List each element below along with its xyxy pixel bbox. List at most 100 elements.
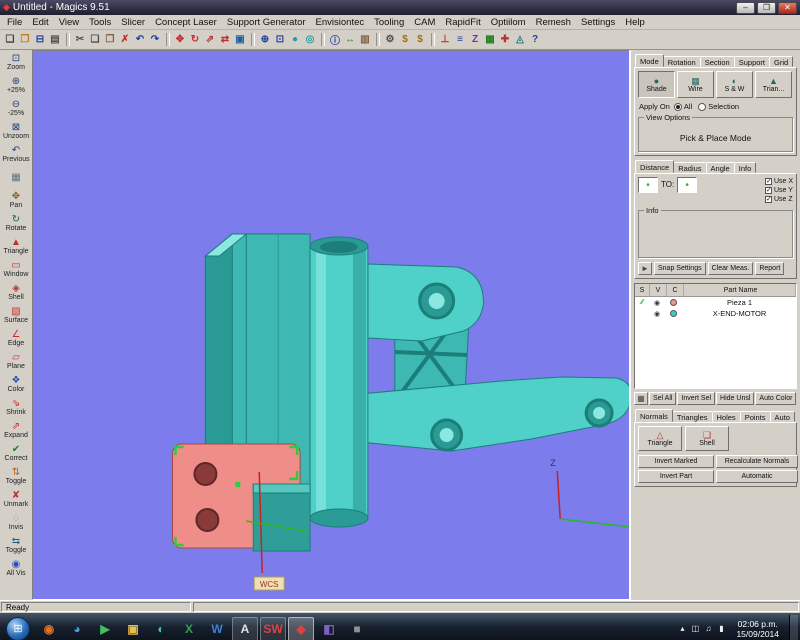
menu-tooling[interactable]: Tooling [369, 17, 409, 28]
invert-marked-button[interactable]: Invert Marked [638, 455, 714, 468]
separator[interactable] [251, 33, 255, 46]
snap-settings-button[interactable]: Snap Settings [654, 262, 706, 275]
selected-mark[interactable]: ∕∕ [635, 299, 649, 306]
clear-meas-button[interactable]: Clear Meas. [707, 262, 754, 275]
copy-button[interactable]: ❑ [88, 32, 102, 47]
print-button[interactable]: ▤ [48, 32, 62, 47]
separator[interactable] [66, 33, 70, 46]
tab-holes[interactable]: Holes [711, 411, 741, 422]
platform-view-button[interactable]: ▦ [1, 166, 31, 189]
support-button[interactable]: ⊥ [438, 32, 452, 47]
zoom-in-25-button[interactable]: ⊕ +25% [1, 74, 31, 97]
rotate-button[interactable]: ↻ [188, 32, 202, 47]
menu-envisiontec[interactable]: Envisiontec [311, 17, 370, 28]
shrink-marked-button[interactable]: ⇘ Shrink [1, 396, 31, 419]
fit-view-button[interactable]: ⊡ [273, 32, 287, 47]
taskbar-app-gray[interactable]: ■ [344, 617, 370, 640]
part-list[interactable]: S V C Part Name ∕∕ ◉ Pieza 1 ◉ X-END-MOT… [634, 283, 797, 389]
taskbar-app-a[interactable]: A [232, 616, 258, 640]
translate-button[interactable]: ✥ [173, 32, 187, 47]
correct-button[interactable]: ✔ Correct [1, 442, 31, 465]
pick-place-mode[interactable]: Pick & Place Mode [643, 122, 788, 147]
column-color[interactable]: C [667, 284, 684, 296]
select-mode-button[interactable]: ▦ [634, 392, 648, 405]
visible-icon[interactable]: ◉ [649, 310, 665, 318]
save-button[interactable]: ⊟ [33, 32, 47, 47]
shade-view-button[interactable]: ● [288, 32, 302, 47]
minimize-button[interactable]: – [736, 1, 755, 14]
redo-button[interactable]: ↷ [148, 32, 162, 47]
taskbar-app-purple[interactable]: ◧ [316, 617, 342, 640]
column-part-name[interactable]: Part Name [684, 284, 796, 296]
tab-triangles[interactable]: Triangles [671, 411, 713, 422]
unmark-all-button[interactable]: ✘ Unmark [1, 488, 31, 511]
start-button[interactable]: ⊞ [6, 616, 30, 640]
part-row-x-end-motor[interactable]: ◉ X-END-MOTOR [635, 308, 796, 319]
remesh-button[interactable]: ◬ [513, 32, 527, 47]
column-visible[interactable]: V [650, 284, 667, 296]
report-button[interactable]: Report [755, 262, 785, 275]
zoom-tool-button[interactable]: ⊕ [258, 32, 272, 47]
menu-edit[interactable]: Edit [27, 17, 53, 28]
tab-radius[interactable]: Radius [673, 162, 707, 173]
all-visible-button[interactable]: ◉ All Vis [1, 557, 31, 580]
menu-view[interactable]: View [54, 17, 84, 28]
paste-button[interactable]: ❒ [103, 32, 117, 47]
mark-color-tool[interactable]: ❖ Color [1, 373, 31, 396]
mark-triangle-tool[interactable]: ▲ Triangle [1, 235, 31, 258]
toggle-visibility-button[interactable]: ⇆ Toggle [1, 534, 31, 557]
taskbar-folder[interactable]: ▣ [120, 617, 146, 640]
tab-normals[interactable]: Normals [635, 409, 673, 422]
tray-network-icon[interactable]: ▮ [716, 624, 726, 633]
hide-unsl-button[interactable]: Hide Unsl [716, 392, 755, 405]
part-name[interactable]: Pieza 1 [681, 298, 796, 307]
tab-angle[interactable]: Angle [705, 162, 735, 173]
menu-cam[interactable]: CAM [409, 17, 440, 28]
apply-all-radio[interactable]: All [673, 102, 692, 111]
menu-slicer[interactable]: Slicer [116, 17, 150, 28]
measure-button[interactable]: ↔ [343, 32, 357, 47]
use-y-checkbox[interactable]: Use Y [764, 186, 793, 195]
mirror-button[interactable]: ⇄ [218, 32, 232, 47]
shade-wire-button[interactable]: ◐ S & W [716, 71, 753, 98]
apply-selection-radio[interactable]: Selection [698, 102, 739, 111]
invert-sel-button[interactable]: Invert Sel [677, 392, 716, 405]
viewport-3d[interactable]: WCS Z [32, 50, 630, 600]
new-button[interactable]: ❏ [3, 32, 17, 47]
fix-triangle-button[interactable]: △ Triangle [638, 426, 682, 451]
wire-button[interactable]: ▦ Wire [677, 71, 714, 98]
help-button[interactable]: ? [528, 32, 542, 47]
snap-cursor-button[interactable]: ► [638, 262, 652, 275]
zoom-out-25-button[interactable]: ⊖ -25% [1, 97, 31, 120]
taskbar-app-sw[interactable]: SW [260, 616, 286, 640]
menu-help[interactable]: Help [620, 17, 650, 28]
taskbar-app-writer[interactable]: W [204, 617, 230, 640]
tray-volume-icon[interactable]: ♫ [703, 624, 713, 633]
taskbar-app-teal[interactable]: ◐ [148, 617, 174, 640]
separator[interactable] [166, 33, 170, 46]
maximize-button[interactable]: ❐ [757, 1, 776, 14]
fix-wizard-button[interactable]: ✚ [498, 32, 512, 47]
automatic-button[interactable]: Automatic [716, 470, 798, 483]
taskbar-app-media[interactable]: ▶ [92, 617, 118, 640]
triangle-view-button[interactable]: ▲ Trian... [755, 71, 792, 98]
separator[interactable] [376, 33, 380, 46]
recalculate-normals-button[interactable]: Recalculate Normals [716, 455, 798, 468]
menu-settings[interactable]: Settings [576, 17, 620, 28]
zoom-button[interactable]: ⊡ Zoom [1, 51, 31, 74]
open-button[interactable]: ❐ [18, 32, 32, 47]
mark-window-tool[interactable]: ▭ Window [1, 258, 31, 281]
show-desktop-button[interactable] [789, 615, 798, 640]
info-button[interactable]: ⓘ [328, 32, 342, 47]
toggle-marked-button[interactable]: ⇅ Toggle [1, 465, 31, 488]
wire-view-button[interactable]: ◎ [303, 32, 317, 47]
measure-to-button[interactable]: • [677, 177, 698, 193]
expand-marked-button[interactable]: ⇗ Expand [1, 419, 31, 442]
duplicate-button[interactable]: ▣ [233, 32, 247, 47]
close-button[interactable]: ✕ [778, 1, 797, 14]
use-x-checkbox[interactable]: Use X [764, 177, 793, 186]
menu-file[interactable]: File [2, 17, 27, 28]
invert-part-button[interactable]: Invert Part [638, 470, 714, 483]
column-selected[interactable]: S [635, 284, 650, 296]
tray-show-hidden-icon[interactable]: ▴ [677, 624, 687, 633]
